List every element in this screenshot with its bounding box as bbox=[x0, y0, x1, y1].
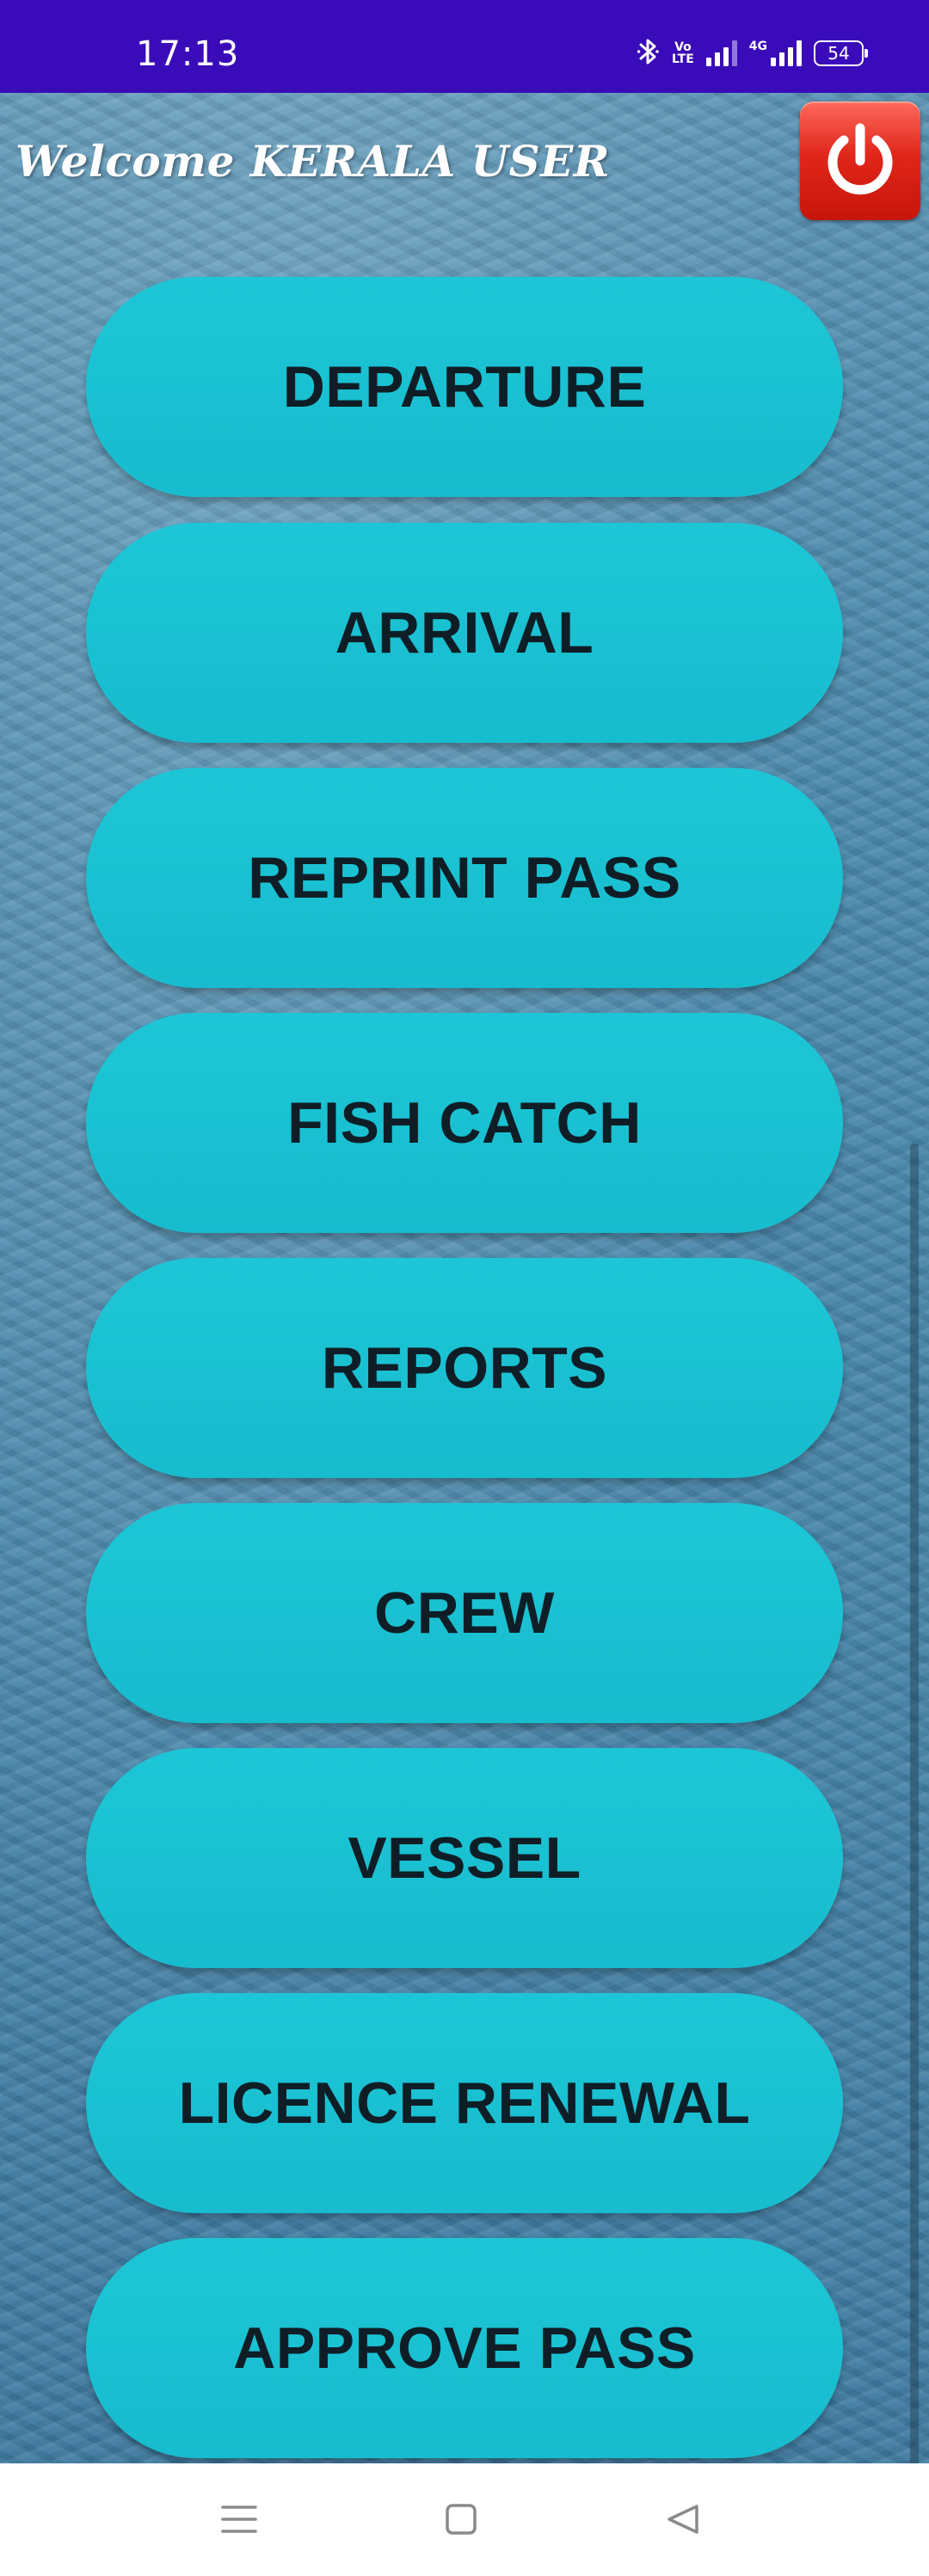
power-icon bbox=[827, 123, 893, 195]
crew-label: CREW bbox=[374, 1580, 555, 1646]
app-screen: 17:13 Vo LTE 4G 54 Welcome KERALA USER D… bbox=[0, 0, 929, 2576]
reports-label: REPORTS bbox=[321, 1335, 608, 1401]
welcome-text: Welcome KERALA USER bbox=[15, 136, 610, 187]
arrival-button[interactable]: ARRIVAL bbox=[86, 523, 843, 743]
reprint-pass-label: REPRINT PASS bbox=[248, 845, 681, 911]
licence-renewal-label: LICENCE RENEWAL bbox=[178, 2070, 751, 2136]
battery-icon: 54 bbox=[814, 40, 868, 66]
status-time: 17:13 bbox=[136, 34, 240, 74]
licence-renewal-button[interactable]: LICENCE RENEWAL bbox=[86, 1993, 843, 2213]
recent-apps-button[interactable] bbox=[205, 2489, 274, 2549]
reports-button[interactable]: REPORTS bbox=[86, 1258, 843, 1478]
bluetooth-icon bbox=[637, 36, 660, 71]
back-button[interactable] bbox=[649, 2489, 717, 2549]
volte-label-bottom: LTE bbox=[672, 52, 694, 66]
signal-icon bbox=[705, 40, 737, 66]
volte-label-top: Vo bbox=[674, 40, 692, 54]
arrival-label: ARRIVAL bbox=[335, 600, 594, 665]
signal-4g-icon: 4G bbox=[749, 40, 802, 66]
main-content: Welcome KERALA USER DEPARTURE ARRIVAL RE… bbox=[0, 93, 929, 2463]
vessel-button[interactable]: VESSEL bbox=[86, 1748, 843, 1968]
crew-button[interactable]: CREW bbox=[86, 1503, 843, 1723]
fish-catch-button[interactable]: FISH CATCH bbox=[86, 1013, 843, 1233]
navigation-bar bbox=[0, 2463, 929, 2576]
home-button[interactable] bbox=[427, 2489, 495, 2549]
departure-label: DEPARTURE bbox=[282, 354, 647, 420]
logout-power-button[interactable] bbox=[800, 101, 920, 220]
battery-level: 54 bbox=[827, 43, 850, 64]
status-bar: 17:13 Vo LTE 4G 54 bbox=[0, 0, 929, 93]
status-icons: Vo LTE 4G 54 bbox=[637, 36, 868, 71]
vessel-label: VESSEL bbox=[348, 1825, 581, 1891]
home-icon bbox=[446, 2504, 477, 2535]
reprint-pass-button[interactable]: REPRINT PASS bbox=[86, 768, 843, 988]
volte-icon: Vo LTE bbox=[672, 41, 694, 65]
approve-pass-label: APPROVE PASS bbox=[233, 2315, 696, 2381]
scrollbar-thumb[interactable] bbox=[910, 1144, 919, 2463]
back-icon bbox=[668, 2505, 698, 2534]
fish-catch-label: FISH CATCH bbox=[287, 1090, 642, 1156]
approve-pass-button[interactable]: APPROVE PASS bbox=[86, 2238, 843, 2458]
network-label: 4G bbox=[748, 40, 767, 53]
menu-icon bbox=[221, 2505, 257, 2533]
departure-button[interactable]: DEPARTURE bbox=[86, 277, 843, 497]
